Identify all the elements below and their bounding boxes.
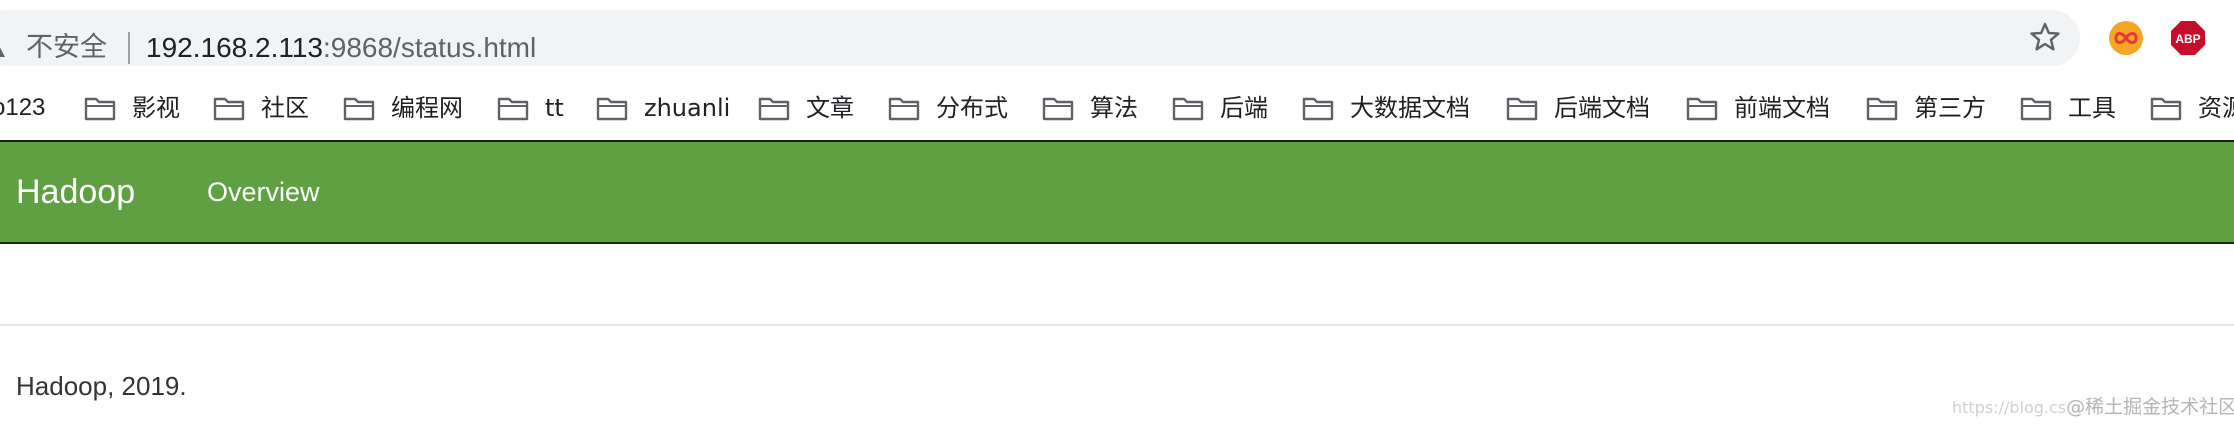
- address-bar-row: 不安全 192.168.2.113:9868/status.html ABP: [0, 0, 2234, 76]
- bookmark-folder[interactable]: 后端文档: [1506, 90, 1650, 126]
- bookmark-label: tt: [545, 94, 564, 122]
- bookmark-label: 大数据文档: [1350, 94, 1470, 122]
- footer-divider: [0, 324, 2234, 326]
- bookmark-label: 文章: [806, 94, 854, 122]
- bookmark-folder[interactable]: zhuanli: [596, 90, 730, 126]
- folder-icon: [1042, 97, 1074, 121]
- bookmark-folder[interactable]: 资源: [2150, 90, 2234, 126]
- bookmark-star-icon[interactable]: [2030, 22, 2060, 52]
- bookmark-label: 后端文档: [1554, 94, 1650, 122]
- adblock-plus-icon[interactable]: ABP: [2170, 20, 2206, 56]
- bookmark-folder[interactable]: 算法: [1042, 90, 1138, 126]
- bookmark-label: 前端文档: [1734, 94, 1830, 122]
- folder-icon: [758, 97, 790, 121]
- url-host: 192.168.2.113: [146, 32, 323, 63]
- folder-icon: [84, 97, 116, 121]
- bookmark-label: 分布式: [936, 94, 1008, 122]
- bookmark-partial[interactable]: o123: [0, 90, 45, 126]
- security-status-label[interactable]: 不安全: [26, 32, 107, 64]
- url-path: :9868/status.html: [322, 32, 537, 63]
- bookmark-label: 资源: [2198, 94, 2234, 122]
- bookmark-folder[interactable]: 分布式: [888, 90, 1008, 126]
- bookmark-folder[interactable]: 后端: [1172, 90, 1268, 126]
- bookmark-label: 算法: [1090, 94, 1138, 122]
- infinity-extension-icon[interactable]: [2108, 20, 2144, 56]
- bookmark-folder[interactable]: 大数据文档: [1302, 90, 1470, 126]
- page-content: [0, 244, 2234, 324]
- bookmark-folder[interactable]: 编程网: [343, 90, 463, 126]
- folder-icon: [2150, 97, 2182, 121]
- folder-icon: [1686, 97, 1718, 121]
- folder-icon: [1866, 97, 1898, 121]
- bookmark-folder[interactable]: 影视: [84, 90, 180, 126]
- bookmark-label: zhuanli: [644, 94, 731, 122]
- url-text[interactable]: 192.168.2.113:9868/status.html: [146, 31, 536, 65]
- bookmark-folder[interactable]: 工具: [2020, 90, 2116, 126]
- bookmark-folder[interactable]: 前端文档: [1686, 90, 1830, 126]
- browser-window: 不安全 192.168.2.113:9868/status.html ABP o…: [0, 0, 2234, 432]
- bookmark-folder[interactable]: 第三方: [1866, 90, 1986, 126]
- svg-text:ABP: ABP: [2175, 32, 2200, 46]
- bookmark-label: 第三方: [1914, 94, 1986, 122]
- omnibox[interactable]: 不安全 192.168.2.113:9868/status.html: [0, 10, 2080, 66]
- bookmark-label: 影视: [132, 94, 180, 122]
- bookmark-folder[interactable]: tt: [497, 90, 564, 126]
- footer-copyright: Hadoop, 2019.: [16, 371, 187, 401]
- omnibox-divider: [128, 32, 130, 64]
- bookmark-folder[interactable]: 文章: [758, 90, 854, 126]
- bookmark-folder[interactable]: 社区: [213, 90, 309, 126]
- folder-icon: [888, 97, 920, 121]
- folder-icon: [596, 97, 628, 121]
- warning-triangle-icon[interactable]: [0, 37, 6, 59]
- folder-icon: [1172, 97, 1204, 121]
- navbar-brand[interactable]: Hadoop: [16, 168, 135, 216]
- watermark: https://blog.cs@稀土掘金技术社区: [1952, 393, 2234, 421]
- hadoop-navbar: Hadoop Overview: [0, 142, 2234, 242]
- bookmark-label: 编程网: [391, 94, 463, 122]
- bookmark-label: 社区: [261, 94, 309, 122]
- folder-icon: [497, 97, 529, 121]
- watermark-url: https://blog.cs: [1952, 398, 2067, 417]
- folder-icon: [213, 97, 245, 121]
- folder-icon: [1302, 97, 1334, 121]
- folder-icon: [1506, 97, 1538, 121]
- bookmark-label: 工具: [2068, 94, 2116, 122]
- folder-icon: [343, 97, 375, 121]
- nav-overview-link[interactable]: Overview: [207, 174, 320, 210]
- bookmarks-bar: o123 影视 社区 编程网 tt zhuanli 文章 分布式: [0, 76, 2234, 140]
- folder-icon: [2020, 97, 2052, 121]
- bookmark-label: 后端: [1220, 94, 1268, 122]
- watermark-text: @稀土掘金技术社区: [2066, 396, 2234, 418]
